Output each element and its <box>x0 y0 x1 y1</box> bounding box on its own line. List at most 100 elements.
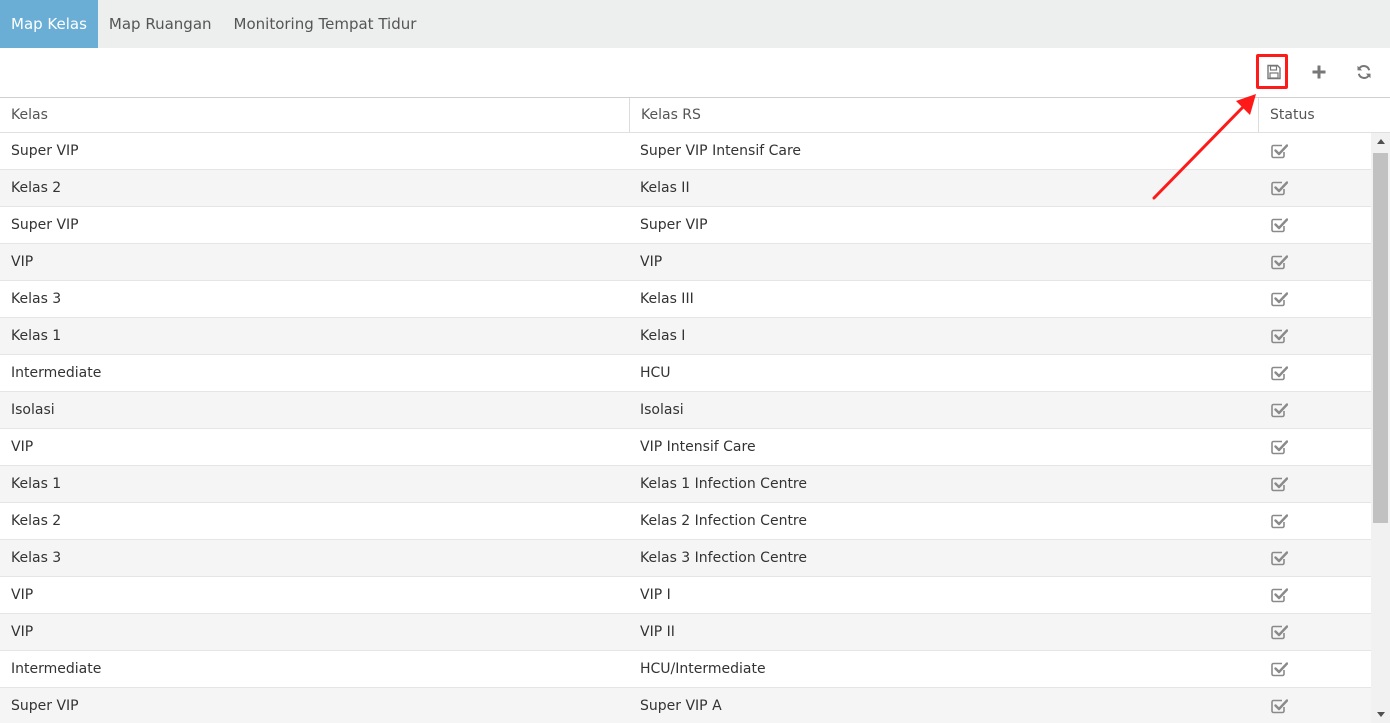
cell-status[interactable] <box>1258 170 1371 206</box>
checkbox-checked-icon[interactable] <box>1270 661 1288 677</box>
cell-status[interactable] <box>1258 688 1371 723</box>
grid-body: Super VIP Super VIP Intensif Care Kelas 2K… <box>0 133 1371 723</box>
scroll-down-arrow-icon[interactable] <box>1371 706 1390 723</box>
cell-kelas-rs: VIP Intensif Care <box>640 439 756 455</box>
scrollbar-thumb[interactable] <box>1373 153 1388 523</box>
cell-status[interactable] <box>1258 429 1371 465</box>
table-row[interactable]: Kelas 1 Kelas 1 Infection Centre <box>0 466 1371 503</box>
cell-status[interactable] <box>1258 540 1371 576</box>
checkbox-checked-icon[interactable] <box>1270 143 1288 159</box>
cell-kelas: VIP <box>11 587 34 603</box>
cell-kelas-rs: Kelas 1 Infection Centre <box>640 476 807 492</box>
cell-kelas-rs: Kelas II <box>640 180 690 196</box>
table-row[interactable]: VIP VIP II <box>0 614 1371 651</box>
cell-kelas: VIP <box>11 254 34 270</box>
save-button[interactable] <box>1260 58 1288 86</box>
refresh-button[interactable] <box>1350 58 1378 86</box>
cell-status[interactable] <box>1258 577 1371 613</box>
add-button[interactable] <box>1305 58 1333 86</box>
cell-kelas-rs: Kelas 3 Infection Centre <box>640 550 807 566</box>
cell-kelas: Intermediate <box>11 661 102 677</box>
cell-kelas: Super VIP <box>11 143 79 159</box>
table-row[interactable]: Kelas 1 Kelas I <box>0 318 1371 355</box>
cell-kelas: Kelas 3 <box>11 291 62 307</box>
cell-kelas: Kelas 2 <box>11 180 62 196</box>
cell-status[interactable] <box>1258 133 1371 169</box>
cell-status[interactable] <box>1258 318 1371 354</box>
table-row[interactable]: VIP VIP <box>0 244 1371 281</box>
save-icon <box>1267 64 1281 80</box>
checkbox-checked-icon[interactable] <box>1270 402 1288 418</box>
checkbox-checked-icon[interactable] <box>1270 587 1288 603</box>
checkbox-checked-icon[interactable] <box>1270 513 1288 529</box>
table-row[interactable]: Intermediate HCU/Intermediate <box>0 651 1371 688</box>
cell-status[interactable] <box>1258 281 1371 317</box>
cell-kelas: Kelas 3 <box>11 550 62 566</box>
grid-header: Kelas Kelas RS Status <box>0 98 1390 133</box>
cell-kelas-rs: Kelas I <box>640 328 686 344</box>
cell-kelas: Kelas 2 <box>11 513 62 529</box>
column-header-kelas[interactable]: Kelas <box>0 98 629 132</box>
column-header-kelas-rs[interactable]: Kelas RS <box>629 98 1258 132</box>
cell-kelas: Kelas 1 <box>11 476 62 492</box>
table-row[interactable]: Kelas 3 Kelas 3 Infection Centre <box>0 540 1371 577</box>
tab-map-kelas[interactable]: Map Kelas <box>0 0 98 48</box>
cell-kelas: Intermediate <box>11 365 102 381</box>
cell-kelas-rs: VIP II <box>640 624 675 640</box>
cell-kelas-rs: Super VIP <box>640 217 708 233</box>
checkbox-checked-icon[interactable] <box>1270 698 1288 714</box>
table-row[interactable]: Kelas 2 Kelas II <box>0 170 1371 207</box>
checkbox-checked-icon[interactable] <box>1270 550 1288 566</box>
tab-map-ruangan[interactable]: Map Ruangan <box>98 0 223 48</box>
cell-kelas: Super VIP <box>11 217 79 233</box>
checkbox-checked-icon[interactable] <box>1270 624 1288 640</box>
checkbox-checked-icon[interactable] <box>1270 217 1288 233</box>
cell-status[interactable] <box>1258 207 1371 243</box>
cell-kelas: VIP <box>11 624 34 640</box>
vertical-scrollbar[interactable] <box>1371 133 1390 723</box>
tab-bar: Map Kelas Map Ruangan Monitoring Tempat … <box>0 0 1390 48</box>
cell-kelas-rs: Kelas III <box>640 291 694 307</box>
cell-kelas: VIP <box>11 439 34 455</box>
cell-status[interactable] <box>1258 244 1371 280</box>
checkbox-checked-icon[interactable] <box>1270 180 1288 196</box>
cell-status[interactable] <box>1258 392 1371 428</box>
cell-kelas-rs: VIP I <box>640 587 671 603</box>
cell-kelas: Super VIP <box>11 698 79 714</box>
cell-kelas-rs: HCU <box>640 365 671 381</box>
kelas-grid: Kelas Kelas RS Status Super VIP Super VIP… <box>0 98 1390 723</box>
plus-icon <box>1312 65 1326 79</box>
table-row[interactable]: VIP VIP I <box>0 577 1371 614</box>
table-row[interactable]: Intermediate HCU <box>0 355 1371 392</box>
cell-kelas-rs: Kelas 2 Infection Centre <box>640 513 807 529</box>
table-row[interactable]: Super VIP Super VIP A <box>0 688 1371 723</box>
cell-status[interactable] <box>1258 355 1371 391</box>
checkbox-checked-icon[interactable] <box>1270 439 1288 455</box>
tab-monitoring-tempat-tidur[interactable]: Monitoring Tempat Tidur <box>223 0 428 48</box>
table-row[interactable]: VIP VIP Intensif Care <box>0 429 1371 466</box>
cell-status[interactable] <box>1258 614 1371 650</box>
cell-kelas-rs: HCU/Intermediate <box>640 661 766 677</box>
cell-kelas-rs: VIP <box>640 254 663 270</box>
checkbox-checked-icon[interactable] <box>1270 476 1288 492</box>
cell-kelas-rs: Super VIP Intensif Care <box>640 143 802 159</box>
checkbox-checked-icon[interactable] <box>1270 291 1288 307</box>
cell-kelas-rs: Super VIP A <box>640 698 722 714</box>
refresh-icon <box>1357 65 1371 79</box>
column-header-status[interactable]: Status <box>1258 98 1390 132</box>
toolbar <box>0 48 1390 98</box>
table-row[interactable]: Super VIP Super VIP <box>0 207 1371 244</box>
table-row[interactable]: Kelas 3 Kelas III <box>0 281 1371 318</box>
cell-kelas: Kelas 1 <box>11 328 62 344</box>
checkbox-checked-icon[interactable] <box>1270 365 1288 381</box>
cell-status[interactable] <box>1258 503 1371 539</box>
checkbox-checked-icon[interactable] <box>1270 254 1288 270</box>
cell-kelas-rs: Isolasi <box>640 402 684 418</box>
cell-status[interactable] <box>1258 466 1371 502</box>
checkbox-checked-icon[interactable] <box>1270 328 1288 344</box>
cell-status[interactable] <box>1258 651 1371 687</box>
table-row[interactable]: Isolasi Isolasi <box>0 392 1371 429</box>
table-row[interactable]: Super VIP Super VIP Intensif Care <box>0 133 1371 170</box>
scroll-up-arrow-icon[interactable] <box>1371 133 1390 150</box>
table-row[interactable]: Kelas 2 Kelas 2 Infection Centre <box>0 503 1371 540</box>
